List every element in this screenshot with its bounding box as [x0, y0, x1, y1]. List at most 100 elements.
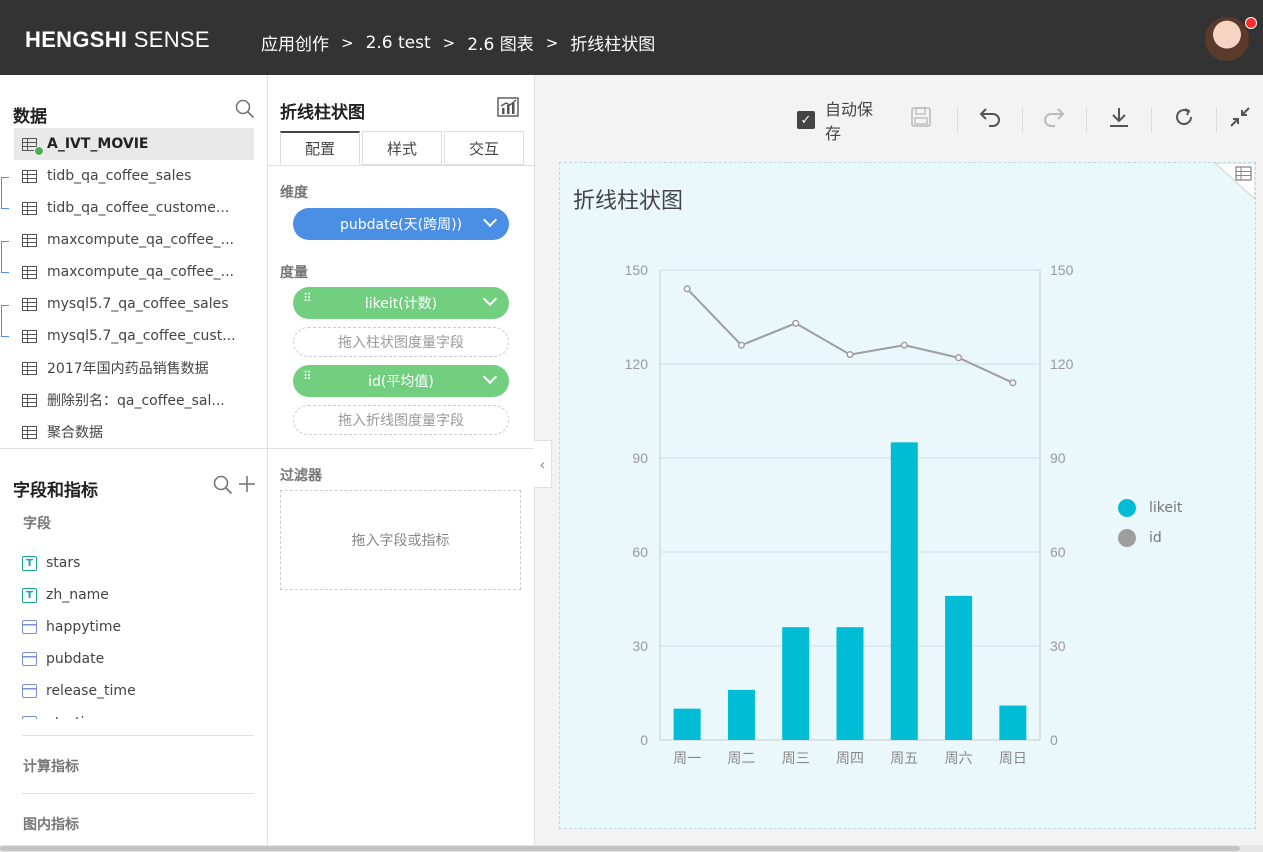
redo-icon[interactable] [1023, 106, 1087, 134]
x-tick-label: 周三 [782, 751, 810, 767]
tab-config[interactable]: 配置 [280, 131, 360, 165]
legend-label: likeit [1149, 500, 1183, 516]
dataset-item[interactable]: 删除别名：qa_coffee_sal... [14, 384, 254, 416]
field-item[interactable]: happytime [22, 611, 242, 643]
dataset-item[interactable]: A_IVT_MOVIE [14, 128, 254, 160]
fields-section-title: 字段和指标 [13, 481, 98, 501]
measure-pill-line[interactable]: ⠿ id(平均值) [293, 365, 509, 397]
divider [22, 735, 254, 736]
x-tick-label: 周六 [945, 751, 973, 767]
breadcrumb-separator: > [545, 33, 559, 52]
drag-handle-icon[interactable]: ⠿ [303, 370, 312, 382]
user-avatar[interactable] [1205, 17, 1249, 61]
measure-pill-bar[interactable]: ⠿ likeit(计数) [293, 287, 509, 319]
calc-metrics-label[interactable]: 计算指标 [23, 756, 79, 776]
bar-measure-dropzone[interactable]: 拖入柱状图度量字段 [293, 327, 509, 357]
legend-marker [1118, 499, 1136, 517]
field-item[interactable]: Tstars [22, 547, 242, 579]
line-point-周四 [846, 351, 854, 359]
dataset-name: maxcompute_qa_coffee_... [47, 264, 234, 280]
chart-metrics-label[interactable]: 图内指标 [23, 814, 79, 834]
field-name: zh_name [46, 587, 109, 603]
breadcrumb-separator: > [341, 33, 354, 52]
line-point-周三 [792, 319, 800, 327]
dimension-pill[interactable]: pubdate(天(跨周)) [293, 208, 509, 240]
y-tick-label: 30 [632, 638, 648, 654]
y-tick-label: 120 [625, 356, 649, 372]
line-measure-dropzone[interactable]: 拖入折线图度量字段 [293, 405, 509, 435]
filter-dropzone[interactable]: 拖入字段或指标 [280, 490, 521, 590]
refresh-icon[interactable] [1152, 106, 1216, 134]
tabs-underline [268, 165, 535, 166]
undo-icon[interactable] [958, 106, 1022, 134]
chevron-down-icon[interactable] [482, 291, 498, 307]
connected-status-icon [34, 146, 44, 156]
dataset-item[interactable]: mysql5.7_qa_coffee_sales [14, 288, 254, 320]
date-type-icon [22, 684, 37, 698]
chart-canvas[interactable]: 折线柱状图 0 30 60 90 120 150 0 30 60 90 120 150 周一 周二 周三 周四… [559, 162, 1256, 829]
app-logo[interactable]: HENGSHI SENSE [25, 27, 210, 53]
bar-周五 [890, 442, 918, 740]
autosave-label[interactable]: 自动保存 [825, 96, 889, 144]
legend-item[interactable]: likeit [1118, 493, 1182, 523]
dataset-item[interactable]: maxcompute_qa_coffee_... [14, 224, 254, 256]
field-item[interactable]: pubdate [22, 643, 242, 675]
breadcrumb-item[interactable]: 2.6 图表 [467, 30, 533, 55]
add-icon[interactable] [238, 475, 256, 498]
dataset-item[interactable]: tidb_qa_coffee_sales [14, 160, 254, 192]
field-list: Tstars Tzh_name happytime pubdate releas… [22, 547, 242, 719]
search-icon[interactable] [235, 99, 255, 124]
exit-fullscreen-icon[interactable] [1217, 106, 1263, 134]
relation-bracket [1, 241, 9, 273]
tab-interaction[interactable]: 交互 [444, 131, 524, 165]
dataset-item[interactable]: tidb_qa_coffee_custome... [14, 192, 254, 224]
line-point-周五 [900, 341, 908, 349]
chart-config-title: 折线柱状图 [280, 103, 365, 123]
table-icon [22, 425, 37, 439]
text-type-icon: T [22, 587, 37, 603]
breadcrumb-item[interactable]: 应用创作 [261, 30, 329, 55]
dataset-name: 删除别名：qa_coffee_sal... [47, 393, 225, 409]
y-tick-label: 0 [640, 732, 648, 748]
chevron-down-icon[interactable] [482, 369, 498, 385]
x-tick-label: 周二 [727, 751, 755, 767]
legend-label: id [1149, 530, 1162, 546]
table-icon [22, 233, 37, 247]
breadcrumb-separator: > [442, 33, 456, 52]
field-item[interactable]: Tzh_name [22, 579, 242, 611]
editor-toolbar: ✓ 自动保存 [785, 100, 1263, 143]
dataset-name: 2017年国内药品销售数据 [47, 361, 209, 377]
breadcrumb-item[interactable]: 2.6 test [366, 33, 431, 53]
y2-tick-label: 90 [1050, 450, 1066, 466]
date-type-icon [22, 652, 37, 666]
search-icon[interactable] [213, 475, 233, 500]
dataset-item[interactable]: 2017年国内药品销售数据 [14, 352, 254, 384]
dataset-item[interactable]: maxcompute_qa_coffee_... [14, 256, 254, 288]
dataset-item[interactable]: mysql5.7_qa_coffee_cust... [14, 320, 254, 352]
collapse-panel-button[interactable]: ‹ [534, 440, 552, 488]
y2-tick-label: 0 [1050, 732, 1058, 748]
dataset-item[interactable]: 聚合数据 [14, 416, 254, 448]
table-icon [22, 201, 37, 215]
y2-tick-label: 30 [1050, 638, 1066, 654]
chevron-down-icon[interactable] [482, 212, 498, 228]
field-item[interactable]: utc_time [22, 707, 242, 719]
drag-handle-icon[interactable]: ⠿ [303, 292, 312, 304]
chart-type-icon[interactable] [497, 97, 519, 122]
dimension-pill-label: pubdate(天(跨周)) [339, 217, 463, 233]
y-tick-label: 150 [625, 262, 649, 278]
dataset-name: mysql5.7_qa_coffee_cust... [47, 328, 236, 344]
field-item[interactable]: release_time [22, 675, 242, 707]
bar-周六 [945, 595, 973, 740]
tab-style[interactable]: 样式 [362, 131, 442, 165]
table-icon [22, 169, 37, 183]
relation-bracket [1, 177, 9, 209]
save-icon[interactable] [901, 106, 941, 134]
legend-item[interactable]: id [1118, 523, 1182, 553]
download-icon[interactable] [1087, 106, 1151, 134]
scrollbar-thumb[interactable] [0, 846, 1240, 851]
autosave-checkbox[interactable]: ✓ [797, 111, 815, 129]
y-tick-label: 90 [632, 450, 648, 466]
field-name: pubdate [46, 651, 105, 667]
config-tabs: 配置 样式 交互 [280, 131, 526, 165]
